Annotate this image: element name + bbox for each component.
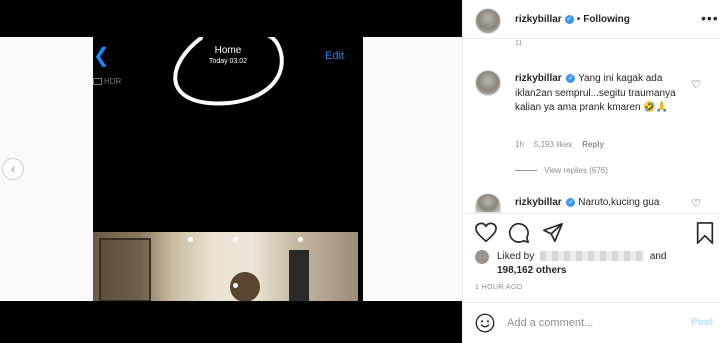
reply-button[interactable]: Reply xyxy=(582,140,604,149)
blurred-username[interactable] xyxy=(540,251,645,262)
comment-meta: 1h 5,193 likes Reply xyxy=(515,140,604,149)
post-image: ❮ Home Today 03.02 Edit HDR xyxy=(93,37,363,301)
header-separator: • xyxy=(576,14,581,25)
likes-others-count[interactable]: 198,162 others xyxy=(497,264,567,278)
comment-likes[interactable]: 5,193 likes xyxy=(534,140,572,149)
comment-like-heart-icon[interactable]: ♡ xyxy=(691,197,701,210)
header-divider xyxy=(463,38,720,39)
view-replies-line xyxy=(515,170,537,171)
share-icon[interactable] xyxy=(542,222,564,244)
comment-text: Naruto,kucing gua xyxy=(578,197,660,208)
phone-edit-link: Edit xyxy=(325,50,344,62)
post-side-panel: rizkybillar ✓ • Following ••• 11 rizkybi… xyxy=(462,0,720,343)
photo-staircase xyxy=(289,250,309,301)
post-header: rizkybillar ✓ • Following ••• xyxy=(463,0,720,40)
comment-time: 1h xyxy=(515,140,524,149)
hdr-box-icon xyxy=(93,78,102,85)
comment-body: rizkybillar ✓ Yang ini kagak ada iklan2a… xyxy=(515,72,695,116)
liked-and-label: and xyxy=(649,251,667,262)
photo-thumbnail xyxy=(93,232,358,301)
photo-ceiling-light xyxy=(188,237,193,242)
hdr-indicator: HDR xyxy=(93,77,121,86)
comment-body: rizkybillar ✓ Naruto,kucing gua xyxy=(515,196,695,213)
avatar[interactable] xyxy=(475,8,501,34)
hdr-label: HDR xyxy=(104,77,122,86)
avatar[interactable] xyxy=(475,193,501,213)
back-chevron-icon: ❮ xyxy=(93,45,110,67)
instagram-post-modal: ‹ ❮ Home Today 03.02 Edit HDR rizkybilla… xyxy=(0,0,720,343)
post-timestamp[interactable]: 1 HOUR AGO xyxy=(475,284,523,291)
carousel-dot xyxy=(233,283,238,288)
media-letterbox-bottom xyxy=(0,301,462,343)
liked-by-line: Liked by and xyxy=(497,250,667,264)
more-options-icon[interactable]: ••• xyxy=(701,10,719,26)
photo-ceiling-light xyxy=(298,237,303,242)
heart-icon[interactable] xyxy=(475,222,497,244)
actions-divider xyxy=(463,213,720,214)
comment-username[interactable]: rizkybillar xyxy=(515,73,562,84)
post-actions-bar xyxy=(475,222,715,244)
photo-glass-door xyxy=(99,238,151,301)
verified-badge-icon: ✓ xyxy=(564,15,574,24)
liked-by-label: Liked by xyxy=(497,251,535,262)
avatar[interactable] xyxy=(475,70,501,96)
media-area: ‹ ❮ Home Today 03.02 Edit HDR xyxy=(0,0,462,343)
bookmark-icon[interactable] xyxy=(695,222,715,244)
media-letterbox-top xyxy=(0,0,462,37)
comment-icon[interactable] xyxy=(508,222,530,244)
verified-badge-icon: ✓ xyxy=(566,73,576,83)
emoji-picker-icon[interactable] xyxy=(475,313,495,333)
comment-username[interactable]: rizkybillar xyxy=(515,197,562,208)
view-replies-label[interactable]: View replies (676) xyxy=(544,166,608,175)
add-comment-divider xyxy=(463,302,720,303)
post-comment-button[interactable]: Post xyxy=(691,317,713,328)
verified-badge-icon: ✓ xyxy=(566,197,576,207)
add-comment-input[interactable] xyxy=(507,314,677,332)
following-button[interactable]: Following xyxy=(583,14,630,25)
photo-ceiling-light xyxy=(233,237,238,242)
avatar[interactable] xyxy=(475,250,489,264)
scribble-circle-drawing xyxy=(173,37,284,106)
header-user-info: rizkybillar ✓ • Following xyxy=(515,14,630,25)
view-replies-button[interactable]: View replies (676) xyxy=(515,166,608,175)
header-username[interactable]: rizkybillar xyxy=(515,14,562,25)
comment-like-heart-icon[interactable]: ♡ xyxy=(691,78,701,91)
caption-tail: 11 xyxy=(515,40,523,47)
carousel-prev-button[interactable]: ‹ xyxy=(2,158,24,180)
